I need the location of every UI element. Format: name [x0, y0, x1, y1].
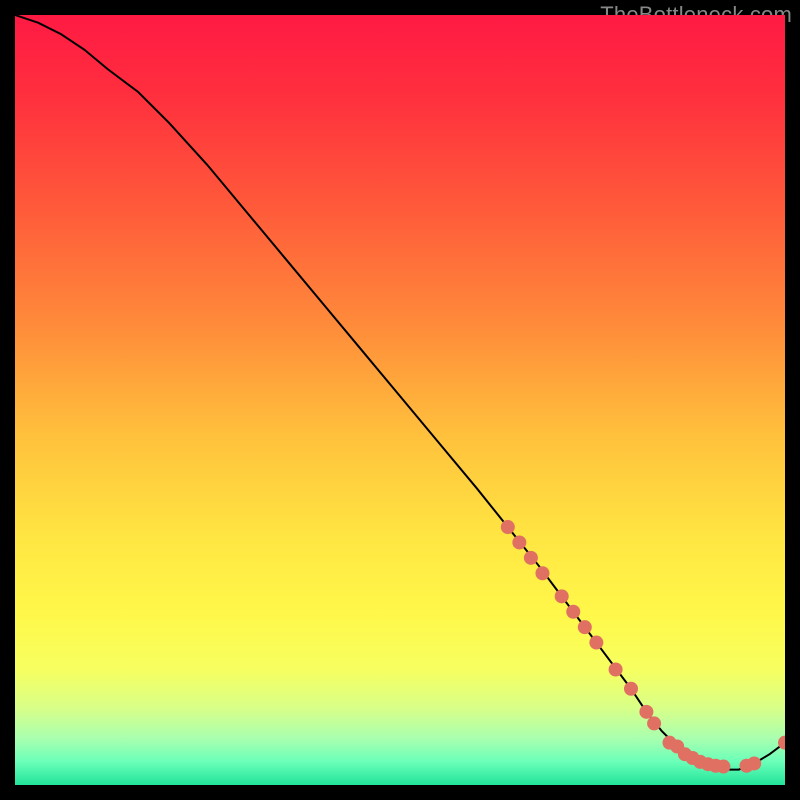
chart-container: TheBottleneck.com: [0, 0, 800, 800]
highlight-dot: [535, 566, 549, 580]
highlight-dot: [555, 589, 569, 603]
highlight-dot: [747, 756, 761, 770]
highlight-dot: [609, 663, 623, 677]
plot-area: [15, 15, 785, 785]
highlight-dot: [501, 520, 515, 534]
highlight-dot: [647, 716, 661, 730]
highlight-dot: [578, 620, 592, 634]
highlight-dot: [589, 636, 603, 650]
highlight-dot: [512, 535, 526, 549]
highlight-dot: [566, 605, 580, 619]
highlight-dot: [524, 551, 538, 565]
gradient-background: [15, 15, 785, 785]
highlight-dot: [639, 705, 653, 719]
chart-svg: [15, 15, 785, 785]
highlight-dot: [716, 760, 730, 774]
highlight-dot: [624, 682, 638, 696]
